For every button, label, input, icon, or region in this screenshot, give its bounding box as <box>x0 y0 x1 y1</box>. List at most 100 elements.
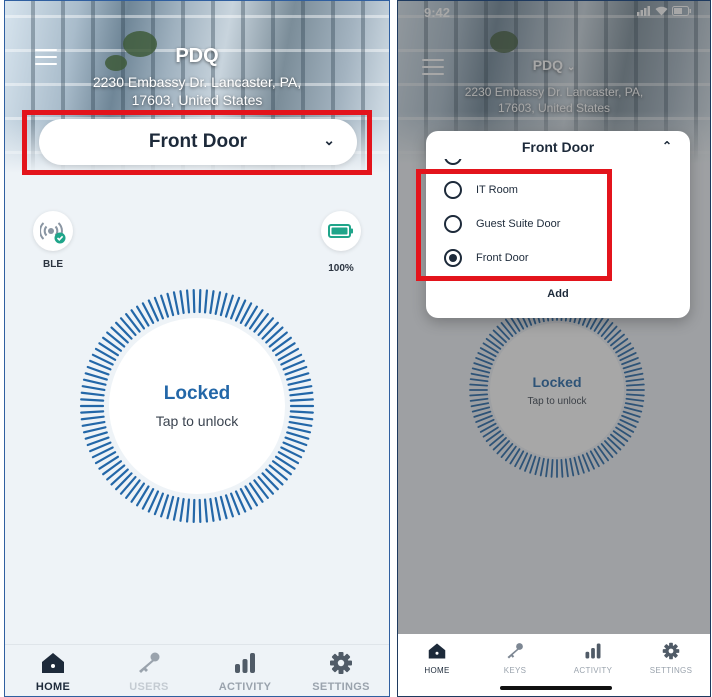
ring-tick <box>84 431 108 440</box>
ring-tick <box>166 292 175 317</box>
ring-tick <box>125 479 141 499</box>
tab-bar: HOME USERS ACTIVITY SETTINGS <box>5 644 389 696</box>
ring-tick <box>286 431 310 440</box>
ring-tick <box>82 378 107 386</box>
tab-home-label: HOME <box>35 681 71 693</box>
home-icon <box>428 643 446 659</box>
ring-tick <box>224 294 234 318</box>
ring-tick <box>179 497 185 522</box>
right-phone-screen: 9:42 PDQ ⌄ 2230 Embassy Dr. Lancaster, P… <box>397 0 711 697</box>
ring-tick <box>219 495 228 520</box>
tab-settings[interactable]: SETTINGS <box>632 642 710 675</box>
ring-tick <box>160 494 170 518</box>
ring-tick <box>288 420 313 427</box>
ring-tick <box>288 385 313 392</box>
tab-home[interactable]: HOME <box>398 642 476 675</box>
chevron-up-icon[interactable]: ⌃ <box>662 139 672 153</box>
ring-tick <box>115 321 133 340</box>
tab-keys[interactable]: KEYS <box>476 642 554 675</box>
ring-tick <box>209 290 215 315</box>
ring-tick <box>289 415 314 421</box>
ring-tick <box>224 494 234 518</box>
ring-tick <box>198 288 202 314</box>
left-phone-screen: PDQ 2230 Embassy Dr. Lancaster, PA, 1760… <box>4 0 390 697</box>
ring-tick <box>82 426 107 434</box>
ring-tick <box>253 313 269 333</box>
ring-tick <box>192 498 196 524</box>
ring-tick <box>119 317 137 337</box>
ring-tick <box>268 464 288 481</box>
ring-tick <box>265 468 284 486</box>
ring-tick <box>203 498 209 523</box>
gear-icon <box>662 642 680 660</box>
ring-tick <box>271 460 292 476</box>
highlight-box <box>416 169 612 281</box>
tab-activity[interactable]: ACTIVITY <box>554 642 632 675</box>
ble-label: BLE <box>43 259 63 270</box>
key-icon <box>139 652 160 673</box>
ring-tick <box>80 415 105 421</box>
lock-button[interactable]: Locked Tap to unlock <box>79 288 315 524</box>
add-door-button[interactable]: Add <box>426 288 690 300</box>
ring-tick <box>81 420 106 427</box>
tab-home-label: HOME <box>424 666 450 675</box>
ble-status[interactable] <box>33 211 73 251</box>
ring-tick <box>172 291 180 315</box>
ring-tick <box>80 398 105 402</box>
tab-activity[interactable]: ACTIVITY <box>197 651 293 693</box>
tab-activity-label: ACTIVITY <box>218 681 272 693</box>
ring-tick <box>214 497 222 521</box>
scroll-hint-radio <box>444 159 462 165</box>
ring-tick <box>125 313 141 333</box>
battery-status <box>321 211 361 251</box>
ring-tick <box>119 475 137 495</box>
ring-tick <box>261 472 279 491</box>
ring-tick <box>289 398 314 402</box>
key-icon <box>507 643 523 659</box>
ring-tick <box>185 498 191 523</box>
ring-tick <box>198 498 202 524</box>
ring-tick <box>257 317 275 337</box>
site-title: PDQ <box>175 45 219 67</box>
battery-icon <box>328 224 353 238</box>
gear-icon <box>330 652 352 674</box>
tab-activity-label: ACTIVITY <box>573 666 613 675</box>
ring-tick <box>110 326 129 344</box>
ring-tick <box>80 410 105 414</box>
tab-settings[interactable]: SETTINGS <box>293 651 389 693</box>
ring-tick <box>261 321 279 340</box>
ring-tick <box>185 289 191 314</box>
lock-hint: Tap to unlock <box>155 413 239 429</box>
ring-tick <box>102 460 123 476</box>
ring-tick <box>106 464 126 481</box>
ring-tick <box>253 479 269 499</box>
ring-tick <box>115 472 133 491</box>
ring-tick <box>268 331 288 348</box>
ring-tick <box>110 468 129 486</box>
ring-tick <box>84 372 108 381</box>
ring-tick <box>203 289 209 314</box>
home-indicator <box>500 686 612 690</box>
tab-home[interactable]: HOME <box>5 651 101 693</box>
lock-center: Locked Tap to unlock <box>109 318 285 494</box>
ring-tick <box>257 475 275 495</box>
ring-tick <box>166 495 175 520</box>
highlight-box <box>22 110 372 175</box>
ring-tick <box>209 497 215 522</box>
tab-keys-label: KEYS <box>503 666 527 675</box>
ring-tick <box>81 385 106 392</box>
tab-settings-label: SETTINGS <box>312 681 370 693</box>
bar-chart-icon <box>235 653 255 673</box>
ring-tick <box>192 288 196 314</box>
ring-tick <box>172 497 180 521</box>
ring-tick <box>106 331 126 348</box>
tab-users[interactable]: USERS <box>101 651 197 693</box>
ring-tick <box>160 294 170 318</box>
home-icon <box>42 653 64 673</box>
ring-tick <box>271 336 292 352</box>
lock-state: Locked <box>163 383 231 404</box>
ring-tick <box>265 326 284 344</box>
ring-tick <box>287 378 312 386</box>
ring-tick <box>102 336 123 352</box>
bar-chart-icon <box>585 643 601 659</box>
